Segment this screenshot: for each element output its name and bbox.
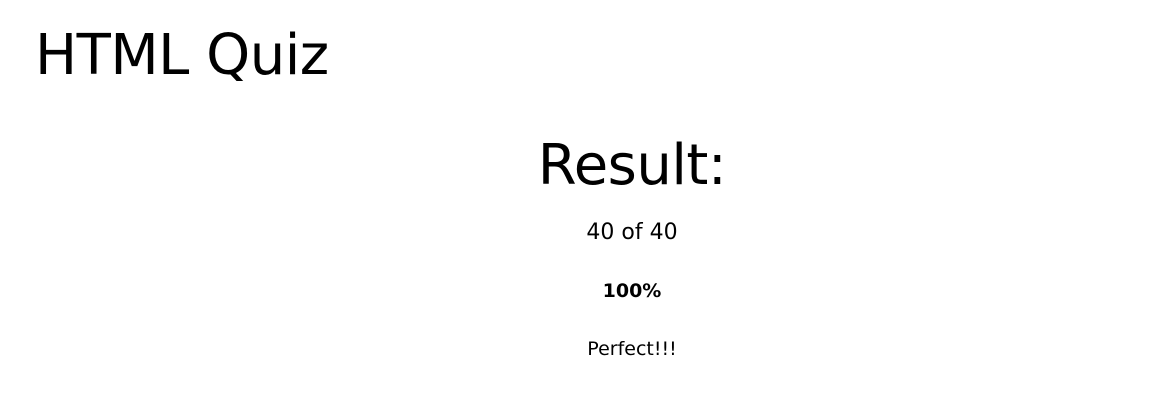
score-text: 40 of 40: [586, 220, 678, 245]
quiz-result-page: HTML Quiz Result: 40 of 40 100% Perfect!…: [0, 0, 1169, 409]
result-heading: Result:: [537, 133, 727, 198]
result-panel: Result: 40 of 40 100% Perfect!!!: [0, 128, 1169, 362]
page-title: HTML Quiz: [35, 23, 329, 88]
percentage-text: 100%: [602, 280, 662, 302]
result-message: Perfect!!!: [587, 338, 677, 360]
